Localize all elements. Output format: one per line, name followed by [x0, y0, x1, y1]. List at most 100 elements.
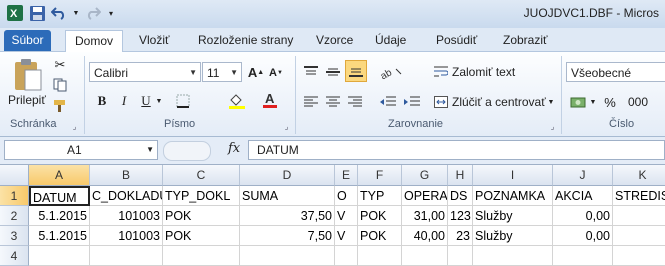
cell-d1[interactable]: SUMA — [240, 186, 335, 206]
cell-f3[interactable]: POK — [358, 226, 402, 246]
fill-color-icon[interactable] — [226, 92, 248, 110]
cell-c3[interactable]: POK — [163, 226, 240, 246]
cell-c4[interactable] — [163, 246, 240, 266]
cell-i1[interactable]: POZNAMKA — [473, 186, 553, 206]
formula-bar-resize-handle[interactable] — [163, 141, 211, 161]
underline-dropdown-icon[interactable]: ▼ — [155, 92, 163, 110]
column-header-g[interactable]: G — [402, 165, 448, 186]
cell-c2[interactable]: POK — [163, 206, 240, 226]
undo-icon[interactable] — [50, 4, 68, 22]
cell-b3[interactable]: 101003 — [90, 226, 163, 246]
insert-function-button[interactable]: fx — [228, 141, 240, 156]
cell-a4[interactable] — [29, 246, 90, 266]
column-header-h[interactable]: H — [448, 165, 473, 186]
cell-i3[interactable]: Služby — [473, 226, 553, 246]
row-header-1[interactable]: 1 — [0, 186, 29, 206]
formula-input[interactable]: DATUM — [248, 140, 665, 160]
cell-b2[interactable]: 101003 — [90, 206, 163, 226]
cell-e1[interactable]: O — [335, 186, 358, 206]
number-format-select[interactable]: Všeobecné — [566, 62, 665, 82]
tab-review[interactable]: Posúdiť — [427, 30, 486, 51]
cell-k4[interactable] — [613, 246, 665, 266]
cell-f1[interactable]: TYP — [358, 186, 402, 206]
clipboard-launcher-icon[interactable]: ⌟ — [70, 122, 79, 131]
merge-center-icon[interactable] — [433, 94, 449, 110]
merge-center-button[interactable]: Zlúčiť a centrovať — [452, 95, 546, 109]
cell-d2[interactable]: 37,50 — [240, 206, 335, 226]
cell-c1[interactable]: TYP_DOKL — [163, 186, 240, 206]
cell-f2[interactable]: POK — [358, 206, 402, 226]
cell-h2[interactable]: 123 — [448, 206, 473, 226]
cell-d3[interactable]: 7,50 — [240, 226, 335, 246]
align-middle-icon[interactable] — [323, 62, 343, 82]
cell-e2[interactable]: V — [335, 206, 358, 226]
cell-h4[interactable] — [448, 246, 473, 266]
cell-b1[interactable]: C_DOKLADU — [90, 186, 163, 206]
font-name-select[interactable]: Calibri ▼ — [89, 62, 201, 82]
column-header-f[interactable]: F — [358, 165, 402, 186]
cell-i2[interactable]: Služby — [473, 206, 553, 226]
bold-button[interactable]: B — [94, 92, 110, 110]
column-header-c[interactable]: C — [163, 165, 240, 186]
orientation-icon[interactable]: ab — [378, 62, 406, 82]
column-header-b[interactable]: B — [90, 165, 163, 186]
tab-formulas[interactable]: Vzorce — [307, 30, 362, 51]
font-size-select[interactable]: 11 ▼ — [202, 62, 242, 82]
alignment-launcher-icon[interactable]: ⌟ — [548, 122, 557, 131]
tab-page-layout[interactable]: Rozloženie strany — [189, 30, 302, 51]
cell-h3[interactable]: 23 — [448, 226, 473, 246]
row-header-2[interactable]: 2 — [0, 206, 29, 226]
cell-g3[interactable]: 40,00 — [402, 226, 448, 246]
cell-g2[interactable]: 31,00 — [402, 206, 448, 226]
cell-g4[interactable] — [402, 246, 448, 266]
column-header-d[interactable]: D — [240, 165, 335, 186]
align-bottom-icon[interactable] — [345, 60, 367, 82]
font-color-icon[interactable]: A — [259, 90, 281, 110]
cell-a3[interactable]: 5.1.2015 — [29, 226, 90, 246]
decrease-indent-icon[interactable] — [378, 92, 398, 112]
column-header-j[interactable]: J — [553, 165, 613, 186]
cell-a2[interactable]: 5.1.2015 — [29, 206, 90, 226]
grow-font-icon[interactable]: A ▲ — [248, 62, 264, 82]
tab-view[interactable]: Zobraziť — [494, 30, 557, 51]
cell-h1[interactable]: DS — [448, 186, 473, 206]
chevron-down-icon[interactable]: ▼ — [146, 141, 154, 159]
cell-k2[interactable] — [613, 206, 665, 226]
cell-a1[interactable]: DATUM — [29, 186, 90, 206]
cut-icon[interactable]: ✂ — [51, 56, 69, 74]
align-top-icon[interactable] — [301, 62, 321, 82]
undo-dropdown-icon[interactable]: ▼ — [72, 4, 80, 22]
cell-k3[interactable] — [613, 226, 665, 246]
column-header-k[interactable]: K — [613, 165, 665, 186]
cell-g1[interactable]: OPERAC — [402, 186, 448, 206]
cell-k1[interactable]: STREDIS — [613, 186, 665, 206]
merge-dropdown-icon[interactable]: ▼ — [547, 95, 555, 109]
format-painter-icon[interactable] — [51, 97, 69, 115]
column-header-a[interactable]: A — [29, 165, 90, 186]
shrink-font-icon[interactable]: A ▼ — [268, 64, 284, 82]
cell-d4[interactable] — [240, 246, 335, 266]
cell-b4[interactable] — [90, 246, 163, 266]
wrap-text-button[interactable]: Zalomiť text — [452, 65, 515, 79]
underline-button[interactable]: U — [138, 92, 154, 110]
tab-file[interactable]: Súbor — [4, 30, 51, 51]
align-center-icon[interactable] — [323, 92, 343, 112]
copy-icon[interactable] — [51, 76, 69, 94]
align-right-icon[interactable] — [345, 92, 365, 112]
cell-j4[interactable] — [553, 246, 613, 266]
percent-style-button[interactable]: % — [602, 92, 618, 112]
column-header-i[interactable]: I — [473, 165, 553, 186]
customize-toolbar-icon[interactable]: ▾ — [106, 4, 116, 22]
wrap-text-icon[interactable] — [433, 64, 449, 80]
tab-insert[interactable]: Vložiť — [130, 30, 179, 51]
increase-indent-icon[interactable] — [402, 92, 422, 112]
accounting-format-icon[interactable] — [568, 92, 590, 112]
cell-f4[interactable] — [358, 246, 402, 266]
cell-e3[interactable]: V — [335, 226, 358, 246]
row-header-4[interactable]: 4 — [0, 246, 29, 266]
select-all-button[interactable] — [0, 165, 29, 186]
borders-icon[interactable] — [172, 92, 194, 110]
name-box[interactable]: A1 ▼ — [4, 140, 158, 160]
cell-j1[interactable]: AKCIA — [553, 186, 613, 206]
italic-button[interactable]: I — [116, 92, 132, 110]
